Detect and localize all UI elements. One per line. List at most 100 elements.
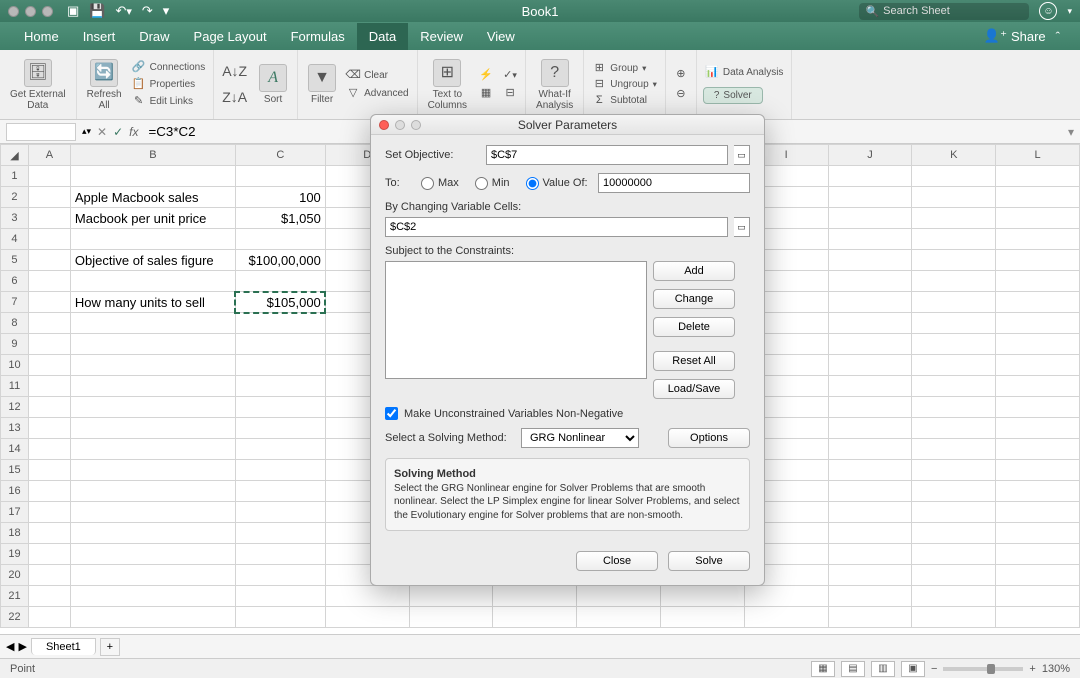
row-header[interactable]: 16 xyxy=(1,481,29,502)
save-icon[interactable]: 💾 xyxy=(89,3,105,19)
row-header[interactable]: 6 xyxy=(1,271,29,292)
redo-icon[interactable]: ↷ xyxy=(142,3,153,19)
tab-review[interactable]: Review xyxy=(408,23,475,50)
cell[interactable] xyxy=(28,397,70,418)
cell[interactable] xyxy=(70,313,235,334)
cell[interactable] xyxy=(409,586,493,607)
cell[interactable] xyxy=(325,607,409,628)
reset-all-button[interactable]: Reset All xyxy=(653,351,735,371)
row-header[interactable]: 21 xyxy=(1,586,29,607)
col-header[interactable]: B xyxy=(70,145,235,166)
feedback-menu-icon[interactable]: ▾ xyxy=(1067,6,1072,17)
cell[interactable] xyxy=(235,271,325,292)
cell[interactable] xyxy=(996,229,1080,250)
row-header[interactable]: 2 xyxy=(1,187,29,208)
constraints-listbox[interactable] xyxy=(385,261,647,379)
cell[interactable] xyxy=(577,607,661,628)
sheet-nav-prev-icon[interactable]: ◀ xyxy=(6,640,14,653)
cell[interactable] xyxy=(409,607,493,628)
cancel-formula-icon[interactable]: ✕ xyxy=(97,125,107,139)
row-header[interactable]: 4 xyxy=(1,229,29,250)
grid-row[interactable]: 21 xyxy=(1,586,1080,607)
cell[interactable] xyxy=(235,523,325,544)
zoom-out-button[interactable]: − xyxy=(931,663,937,675)
data-analysis-button[interactable]: 📊Data Analysis xyxy=(703,65,786,81)
cell[interactable] xyxy=(235,481,325,502)
set-objective-input[interactable] xyxy=(486,145,728,165)
cell[interactable] xyxy=(28,250,70,271)
row-header[interactable]: 17 xyxy=(1,502,29,523)
cell[interactable] xyxy=(28,292,70,313)
cell[interactable] xyxy=(235,460,325,481)
cell[interactable] xyxy=(996,460,1080,481)
cell[interactable]: $100,00,000 xyxy=(235,250,325,271)
cell[interactable] xyxy=(996,397,1080,418)
cell[interactable] xyxy=(828,250,912,271)
show-detail-button[interactable]: ⊕ xyxy=(672,67,690,83)
cell[interactable] xyxy=(28,586,70,607)
cell[interactable] xyxy=(912,418,996,439)
cell[interactable] xyxy=(70,586,235,607)
flash-fill-button[interactable]: ⚡ xyxy=(477,68,495,84)
radio-min[interactable]: Min xyxy=(475,177,510,190)
tab-data[interactable]: Data xyxy=(357,23,408,50)
cell[interactable] xyxy=(577,586,661,607)
dialog-close-icon[interactable] xyxy=(379,120,389,130)
cell[interactable] xyxy=(828,565,912,586)
cell[interactable] xyxy=(235,334,325,355)
cell[interactable] xyxy=(70,271,235,292)
cell[interactable]: How many units to sell xyxy=(70,292,235,313)
cell[interactable] xyxy=(70,481,235,502)
cell[interactable] xyxy=(70,523,235,544)
cell[interactable] xyxy=(828,187,912,208)
cell[interactable] xyxy=(28,544,70,565)
options-button[interactable]: Options xyxy=(668,428,750,448)
cell[interactable] xyxy=(996,376,1080,397)
delete-constraint-button[interactable]: Delete xyxy=(653,317,735,337)
ungroup-button[interactable]: ⊟Ungroup ▾ xyxy=(590,77,659,93)
cell[interactable] xyxy=(28,229,70,250)
normal-view-button[interactable]: ▦ xyxy=(811,661,835,677)
edit-links-button[interactable]: ✎Edit Links xyxy=(130,94,208,110)
row-header[interactable]: 10 xyxy=(1,355,29,376)
cell[interactable] xyxy=(912,271,996,292)
cell[interactable] xyxy=(828,523,912,544)
cell[interactable] xyxy=(996,208,1080,229)
row-header[interactable]: 12 xyxy=(1,397,29,418)
cell[interactable] xyxy=(235,229,325,250)
radio-value-of[interactable]: Value Of: xyxy=(526,177,588,190)
name-box-stepper[interactable]: ▴▾ xyxy=(82,128,91,134)
page-break-view-button[interactable]: ▥ xyxy=(871,661,895,677)
row-header[interactable]: 18 xyxy=(1,523,29,544)
cell[interactable] xyxy=(996,292,1080,313)
tab-draw[interactable]: Draw xyxy=(127,23,181,50)
cell[interactable] xyxy=(70,439,235,460)
tab-view[interactable]: View xyxy=(475,23,527,50)
cell[interactable] xyxy=(912,439,996,460)
load-save-button[interactable]: Load/Save xyxy=(653,379,735,399)
cell[interactable] xyxy=(660,586,744,607)
cell[interactable] xyxy=(828,481,912,502)
cell[interactable] xyxy=(828,544,912,565)
row-header[interactable]: 13 xyxy=(1,418,29,439)
cell[interactable] xyxy=(744,586,828,607)
cell[interactable] xyxy=(912,565,996,586)
close-button[interactable]: Close xyxy=(576,551,658,571)
cell[interactable] xyxy=(996,334,1080,355)
sort-desc-button[interactable]: Z↓A xyxy=(220,87,249,109)
cell[interactable] xyxy=(996,187,1080,208)
autosave-icon[interactable]: ▣ xyxy=(67,3,79,19)
cell[interactable] xyxy=(912,229,996,250)
cell[interactable] xyxy=(28,607,70,628)
cell[interactable] xyxy=(28,208,70,229)
cell[interactable] xyxy=(235,607,325,628)
cell[interactable] xyxy=(70,166,235,187)
cell[interactable] xyxy=(828,586,912,607)
get-external-data-button[interactable]: 🗄 Get External Data xyxy=(6,57,70,113)
cell[interactable] xyxy=(828,397,912,418)
cell[interactable] xyxy=(28,523,70,544)
zoom-slider[interactable] xyxy=(943,667,1023,671)
remove-duplicates-button[interactable]: ▦ xyxy=(477,86,495,102)
cell[interactable]: $1,050 xyxy=(235,208,325,229)
dialog-titlebar[interactable]: Solver Parameters xyxy=(371,115,764,135)
